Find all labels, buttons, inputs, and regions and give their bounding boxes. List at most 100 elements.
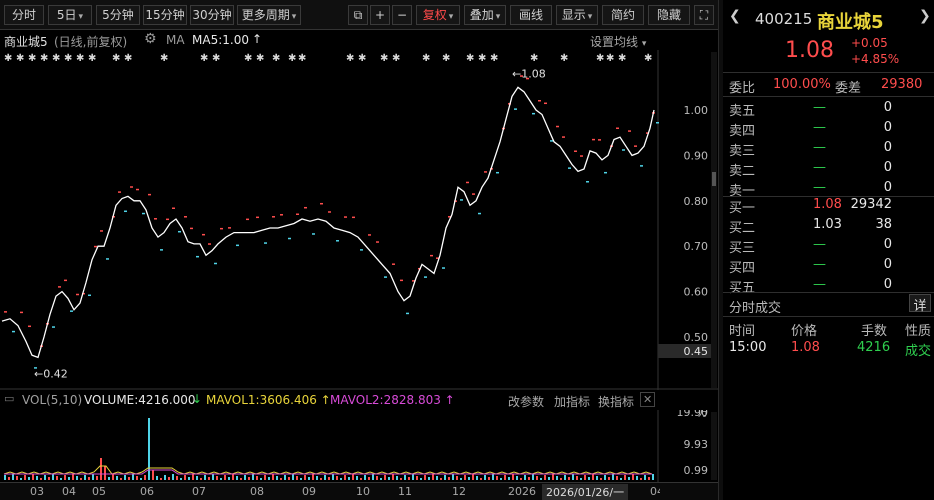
volume-bar [24,475,26,480]
volume-bar [60,478,62,480]
event-marker: ✱ [200,53,208,64]
volume-bar [480,478,482,480]
volume-bar [608,477,610,480]
event-marker: ✱ [466,53,474,64]
candle-dot [236,244,239,247]
volume-bar [256,476,258,480]
volume-bar [268,477,270,480]
ma-settings-button[interactable]: 设置均线 ▾ [590,33,646,50]
volume-bar [212,474,214,480]
collapse-icon[interactable]: ▭ [4,392,14,405]
event-marker: ✱ [124,53,132,64]
tab-5day[interactable]: 5日 ▾ [48,5,92,25]
draw-line-button[interactable]: 画线 [510,5,552,25]
x-tick: 06 [140,485,154,498]
volume-bar [504,475,506,480]
volume-bar [460,478,462,480]
volume-bar [168,477,170,480]
add-indicator-button[interactable]: 加指标 [554,393,590,410]
volume-bar [524,475,526,480]
volume-bar [352,474,354,480]
candle-dot [392,263,395,265]
gear-icon[interactable]: ⚙ [144,31,157,47]
volume-bar [600,478,602,480]
volume-bar [640,478,642,480]
volume-bar [164,475,166,480]
volume-bar [228,477,230,480]
chart-scrollbar[interactable] [711,52,717,388]
volume-bar [452,474,454,480]
candle-dot [344,216,347,218]
volume-bar [412,474,414,480]
ask-volume: 0 [883,100,892,115]
detail-button[interactable]: 详 [909,294,931,314]
copy-icon[interactable]: ⧉ [348,5,368,25]
zoom-in-icon[interactable]: + [370,5,390,25]
tab-15min[interactable]: 15分钟 [143,5,187,25]
candle-dot [160,249,163,251]
tab-5min[interactable]: 5分钟 [96,5,140,25]
prev-stock-icon[interactable]: ❮ [729,8,741,24]
price-chart[interactable]: ✱ ✱ ✱ ✱ ✱ ✱ ✱ ✱ ✱ ✱ ✱ ✱ ✱ ✱ ✱ ✱ ✱ ✱ ✱ ✱ ✱ ✱ ✱ ✱ ✱ ✱ ✱ ✱ ✱ ✱ ✱ ✱ ✱ ←1.08 … [0,50,718,390]
volume-bar [76,476,78,480]
panel-splitter[interactable] [718,0,723,500]
ask-price: — [813,120,826,135]
change-params-button[interactable]: 改参数 [508,393,544,410]
volume-scrollbar[interactable] [711,412,717,480]
overlay-button[interactable]: 叠加 ▾ [464,5,506,25]
candle-dot [406,312,409,315]
volume-bar [84,475,86,480]
event-marker: ✱ [606,53,614,64]
volume-bar [444,475,446,480]
volume-value: VOLUME:4216.000 [84,393,196,407]
volume-chart[interactable]: 万 19.90 9.93 0.99 [0,410,718,482]
trade-header-volume: 手数 [861,324,888,339]
volume-bar [232,474,234,480]
tab-30min[interactable]: 30分钟 [190,5,234,25]
volume-bar [592,474,594,480]
candle-dot [280,214,283,216]
wei-bi-value: 100.00% [773,77,831,92]
candle-dot [20,311,23,314]
mavol1-value: MAVOL1:3606.406 ↑ [206,393,331,407]
candle-dot [70,310,73,312]
candle-dot [532,112,535,115]
wei-cha-value: 29380 [881,77,923,92]
candle-dot [384,276,387,278]
chart-scrollbar-thumb[interactable] [712,172,716,186]
candle-dot [172,207,175,209]
close-icon[interactable]: ✕ [640,392,656,407]
bid-label: 买五 [729,281,756,296]
volume-bar [500,478,502,480]
volume-bar [104,466,106,480]
ask-volume: 0 [883,180,892,195]
volume-bar [648,477,650,480]
event-marker: ✱ [392,53,400,64]
price-y-tick: 0.70 [684,240,709,253]
volume-bar [260,478,262,480]
volume-bar [620,478,622,480]
simple-button[interactable]: 简约 [602,5,644,25]
vol-tick-3: 0.99 [684,464,709,477]
volume-bar [196,476,198,480]
tab-more-periods[interactable]: 更多周期 ▾ [237,5,301,25]
volume-bar [340,478,342,480]
ma5-value: MA5:1.00 [192,33,249,47]
volume-bar [636,476,638,480]
zoom-out-icon[interactable]: − [392,5,412,25]
hide-button[interactable]: 隐藏 [648,5,690,25]
candle-dot [214,262,217,265]
chevron-down-icon: ▾ [291,12,297,22]
volume-bar [248,477,250,480]
display-button[interactable]: 显示 ▾ [556,5,598,25]
volume-bar [568,477,570,480]
candle-dot [336,240,339,242]
candle-dot [556,125,559,128]
expand-icon[interactable]: ⛶ [694,5,714,25]
adjust-button[interactable]: 复权 ▾ [416,5,460,25]
candle-dot [264,242,267,244]
candle-dot [28,325,31,328]
switch-indicator-button[interactable]: 换指标 [598,393,634,410]
tab-intraday[interactable]: 分时 [4,5,44,25]
next-stock-icon[interactable]: ❯ [919,8,931,24]
